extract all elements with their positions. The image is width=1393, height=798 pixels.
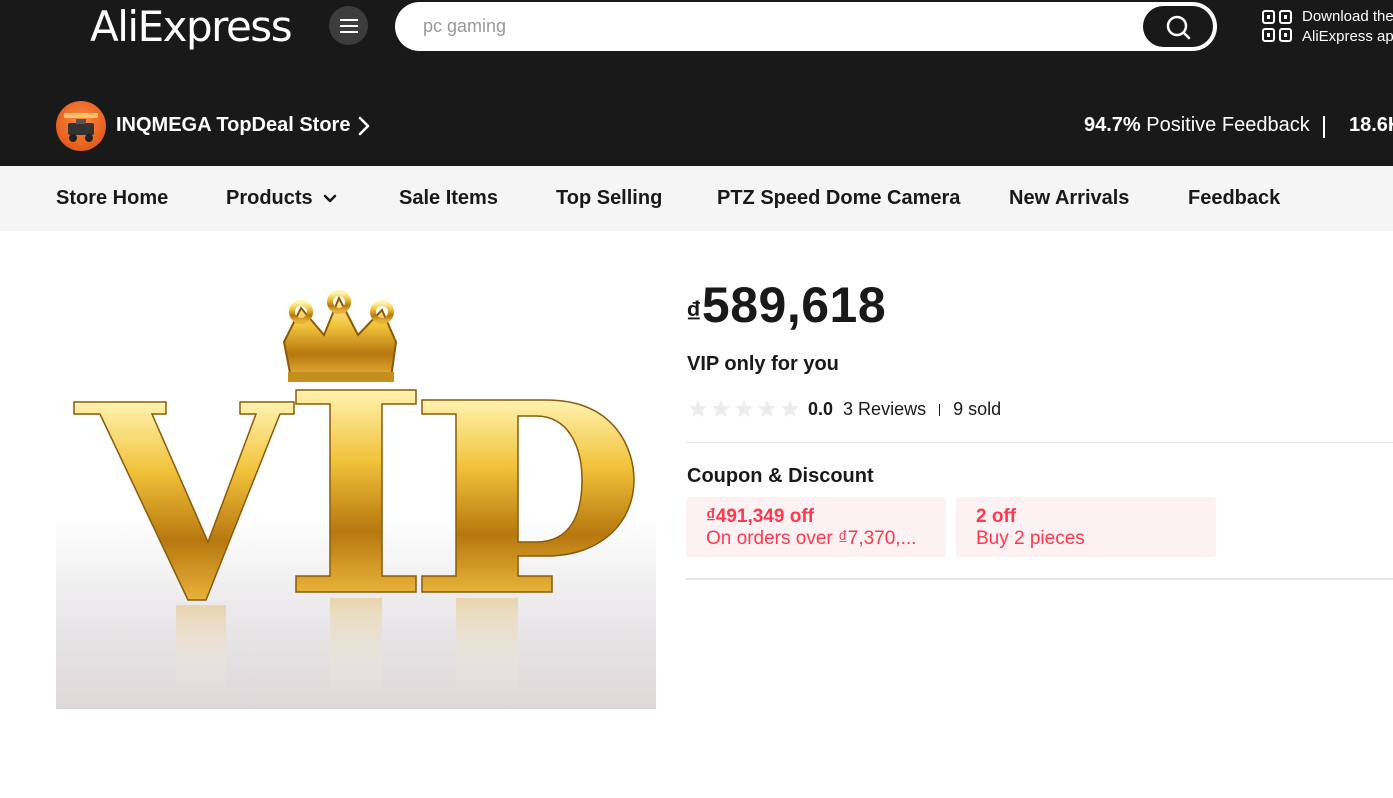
- feedback-label: Positive Feedback: [1140, 114, 1310, 136]
- discount-amount: 2 off: [976, 506, 1017, 527]
- rating-stars: [688, 399, 800, 418]
- feedback-percent: 94.7%: [1084, 114, 1141, 136]
- store-avatar[interactable]: [56, 101, 106, 151]
- price-value: 589,618: [701, 277, 887, 333]
- nav-top-selling[interactable]: Top Selling: [556, 187, 662, 210]
- store-nav: Store Home Products Sale Items Top Selli…: [0, 166, 1393, 231]
- top-header: AliExpress Download the AliExpress ap: [0, 0, 1393, 166]
- chevron-right-icon[interactable]: [357, 116, 371, 136]
- aliexpress-logo[interactable]: AliExpress: [90, 2, 293, 51]
- nav-products-label: Products: [226, 187, 313, 209]
- product-image[interactable]: [56, 280, 656, 709]
- coupon-condition: On orders over ₫7,370,...: [706, 528, 917, 549]
- positive-feedback: 94.7% Positive Feedback: [1084, 114, 1310, 137]
- chevron-down-icon: [323, 194, 336, 202]
- coupon-section-title: Coupon & Discount: [687, 465, 874, 487]
- rating-score: 0.0: [808, 399, 834, 419]
- star-icon: [689, 400, 707, 417]
- download-app-link[interactable]: Download the AliExpress ap: [1302, 7, 1393, 47]
- coupon-amount: ₫491,349 off: [706, 506, 814, 527]
- followers-count: 18.6K: [1349, 114, 1393, 136]
- nav-sale-items[interactable]: Sale Items: [399, 187, 498, 210]
- qr-code-icon[interactable]: [1262, 10, 1292, 42]
- sold-count: 9 sold: [953, 399, 1002, 419]
- star-icon: [712, 400, 730, 417]
- menu-button[interactable]: [329, 6, 368, 45]
- nav-store-home[interactable]: Store Home: [56, 187, 168, 210]
- rating-row: 0.0 3 Reviews 9 sold: [808, 399, 1001, 420]
- nav-feedback[interactable]: Feedback: [1188, 187, 1280, 210]
- nav-new-arrivals[interactable]: New Arrivals: [1009, 187, 1129, 210]
- store-name[interactable]: INQMEGA TopDeal Store: [116, 114, 350, 137]
- discount-card[interactable]: 2 off Buy 2 pieces: [956, 497, 1216, 557]
- search-input[interactable]: [423, 2, 1123, 51]
- divider: [686, 442, 1393, 443]
- search-icon: [1166, 15, 1191, 39]
- product-title: VIP only for you: [687, 353, 839, 375]
- store-logo-image: [64, 113, 98, 142]
- search-bar: [395, 2, 1217, 51]
- product-price: ₫589,618: [686, 276, 886, 334]
- price-currency: ₫: [686, 296, 702, 329]
- reviews-link[interactable]: 3 Reviews: [843, 399, 926, 419]
- divider: [686, 578, 1393, 580]
- rating-separator: [939, 404, 941, 417]
- nav-ptz-speed-dome-camera[interactable]: PTZ Speed Dome Camera: [717, 187, 960, 210]
- vip-crown-image: [73, 290, 635, 698]
- search-button[interactable]: [1143, 6, 1213, 47]
- discount-condition: Buy 2 pieces: [976, 528, 1085, 549]
- star-icon: [758, 400, 776, 417]
- download-line-1: Download the: [1302, 8, 1393, 25]
- hamburger-icon: [339, 18, 358, 33]
- nav-products[interactable]: Products: [226, 187, 337, 210]
- coupon-card[interactable]: ₫491,349 off On orders over ₫7,370,...: [686, 497, 946, 557]
- star-icon: [781, 400, 799, 417]
- download-line-2: AliExpress ap: [1302, 28, 1393, 45]
- header-divider: [1323, 116, 1325, 138]
- star-icon: [735, 400, 753, 417]
